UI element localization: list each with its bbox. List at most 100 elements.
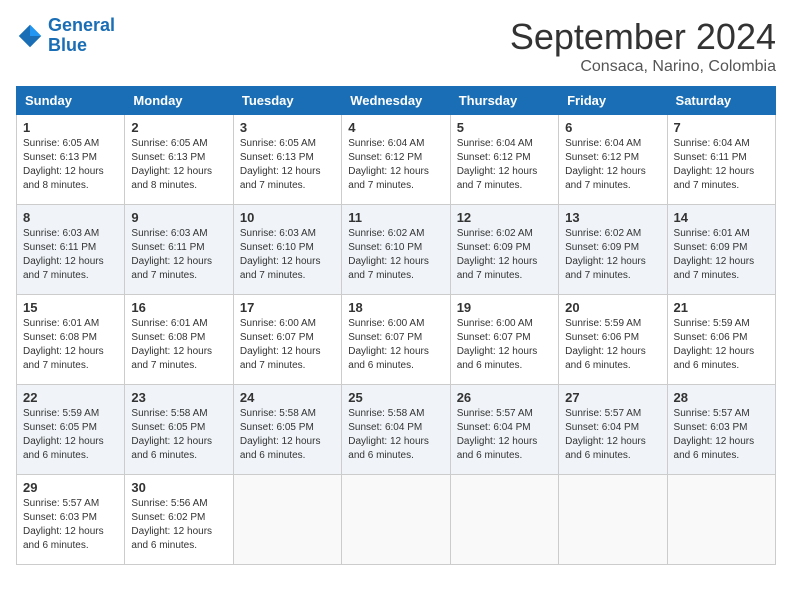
- day-number: 10: [240, 210, 335, 225]
- weekday-header-saturday: Saturday: [667, 87, 775, 115]
- day-info: Sunrise: 6:03 AMSunset: 6:11 PMDaylight:…: [23, 227, 118, 283]
- weekday-header-monday: Monday: [125, 87, 233, 115]
- calendar-week-row: 1 Sunrise: 6:05 AMSunset: 6:13 PMDaylight…: [17, 115, 776, 205]
- calendar-day-cell: 14 Sunrise: 6:01 AMSunset: 6:09 PMDayligh…: [667, 205, 775, 295]
- calendar-subtitle: Consaca, Narino, Colombia: [510, 58, 776, 76]
- day-info: Sunrise: 5:57 AMSunset: 6:03 PMDaylight:…: [23, 497, 118, 553]
- calendar-day-cell: 5 Sunrise: 6:04 AMSunset: 6:12 PMDaylight…: [450, 115, 558, 205]
- day-info: Sunrise: 6:00 AMSunset: 6:07 PMDaylight:…: [240, 317, 335, 373]
- day-number: 2: [131, 120, 226, 135]
- calendar-day-cell: [667, 475, 775, 565]
- calendar-day-cell: [450, 475, 558, 565]
- day-info: Sunrise: 5:57 AMSunset: 6:04 PMDaylight:…: [457, 407, 552, 463]
- calendar-day-cell: 7 Sunrise: 6:04 AMSunset: 6:11 PMDaylight…: [667, 115, 775, 205]
- day-info: Sunrise: 6:02 AMSunset: 6:09 PMDaylight:…: [565, 227, 660, 283]
- calendar-day-cell: 18Sunrise: 6:00 AMSunset: 6:07 PMDayligh…: [342, 295, 450, 385]
- day-info: Sunrise: 6:01 AMSunset: 6:08 PMDaylight:…: [23, 317, 118, 373]
- day-info: Sunrise: 6:05 AMSunset: 6:13 PMDaylight:…: [23, 137, 118, 193]
- day-number: 22: [23, 390, 118, 405]
- day-info: Sunrise: 6:00 AMSunset: 6:07 PMDaylight:…: [348, 317, 443, 373]
- logo: General Blue: [16, 16, 115, 56]
- calendar-day-cell: 21 Sunrise: 5:59 AMSunset: 6:06 PMDayligh…: [667, 295, 775, 385]
- day-number: 12: [457, 210, 552, 225]
- weekday-header-wednesday: Wednesday: [342, 87, 450, 115]
- calendar-day-cell: 22 Sunrise: 5:59 AMSunset: 6:05 PMDayligh…: [17, 385, 125, 475]
- calendar-table: SundayMondayTuesdayWednesdayThursdayFrid…: [16, 86, 776, 565]
- day-info: Sunrise: 6:05 AMSunset: 6:13 PMDaylight:…: [131, 137, 226, 193]
- day-number: 30: [131, 480, 226, 495]
- day-number: 6: [565, 120, 660, 135]
- calendar-day-cell: 29 Sunrise: 5:57 AMSunset: 6:03 PMDayligh…: [17, 475, 125, 565]
- day-info: Sunrise: 5:57 AMSunset: 6:03 PMDaylight:…: [674, 407, 769, 463]
- calendar-day-cell: 2 Sunrise: 6:05 AMSunset: 6:13 PMDaylight…: [125, 115, 233, 205]
- day-number: 14: [674, 210, 769, 225]
- day-number: 16: [131, 300, 226, 315]
- title-section: September 2024 Consaca, Narino, Colombia: [510, 16, 776, 76]
- calendar-day-cell: 28 Sunrise: 5:57 AMSunset: 6:03 PMDayligh…: [667, 385, 775, 475]
- day-number: 21: [674, 300, 769, 315]
- weekday-header-thursday: Thursday: [450, 87, 558, 115]
- calendar-day-cell: [342, 475, 450, 565]
- day-number: 23: [131, 390, 226, 405]
- calendar-title: September 2024: [510, 16, 776, 58]
- calendar-day-cell: 15 Sunrise: 6:01 AMSunset: 6:08 PMDayligh…: [17, 295, 125, 385]
- day-info: Sunrise: 6:00 AMSunset: 6:07 PMDaylight:…: [457, 317, 552, 373]
- calendar-week-row: 15 Sunrise: 6:01 AMSunset: 6:08 PMDayligh…: [17, 295, 776, 385]
- day-info: Sunrise: 6:01 AMSunset: 6:08 PMDaylight:…: [131, 317, 226, 373]
- calendar-day-cell: 10Sunrise: 6:03 AMSunset: 6:10 PMDayligh…: [233, 205, 341, 295]
- day-number: 19: [457, 300, 552, 315]
- calendar-day-cell: 3 Sunrise: 6:05 AMSunset: 6:13 PMDaylight…: [233, 115, 341, 205]
- day-number: 26: [457, 390, 552, 405]
- calendar-day-cell: [233, 475, 341, 565]
- day-info: Sunrise: 5:59 AMSunset: 6:05 PMDaylight:…: [23, 407, 118, 463]
- weekday-header-sunday: Sunday: [17, 87, 125, 115]
- day-number: 29: [23, 480, 118, 495]
- day-info: Sunrise: 6:04 AMSunset: 6:12 PMDaylight:…: [565, 137, 660, 193]
- day-number: 8: [23, 210, 118, 225]
- weekday-header-row: SundayMondayTuesdayWednesdayThursdayFrid…: [17, 87, 776, 115]
- day-number: 27: [565, 390, 660, 405]
- day-info: Sunrise: 5:58 AMSunset: 6:05 PMDaylight:…: [131, 407, 226, 463]
- day-number: 5: [457, 120, 552, 135]
- day-info: Sunrise: 5:56 AMSunset: 6:02 PMDaylight:…: [131, 497, 226, 553]
- calendar-day-cell: 23 Sunrise: 5:58 AMSunset: 6:05 PMDayligh…: [125, 385, 233, 475]
- day-number: 15: [23, 300, 118, 315]
- calendar-week-row: 29 Sunrise: 5:57 AMSunset: 6:03 PMDayligh…: [17, 475, 776, 565]
- day-number: 20: [565, 300, 660, 315]
- calendar-day-cell: 6 Sunrise: 6:04 AMSunset: 6:12 PMDaylight…: [559, 115, 667, 205]
- calendar-day-cell: 9 Sunrise: 6:03 AMSunset: 6:11 PMDaylight…: [125, 205, 233, 295]
- calendar-week-row: 22 Sunrise: 5:59 AMSunset: 6:05 PMDayligh…: [17, 385, 776, 475]
- calendar-week-row: 8 Sunrise: 6:03 AMSunset: 6:11 PMDaylight…: [17, 205, 776, 295]
- day-number: 3: [240, 120, 335, 135]
- day-info: Sunrise: 6:05 AMSunset: 6:13 PMDaylight:…: [240, 137, 335, 193]
- day-info: Sunrise: 6:02 AMSunset: 6:09 PMDaylight:…: [457, 227, 552, 283]
- day-info: Sunrise: 6:01 AMSunset: 6:09 PMDaylight:…: [674, 227, 769, 283]
- day-number: 24: [240, 390, 335, 405]
- day-number: 1: [23, 120, 118, 135]
- calendar-day-cell: 24Sunrise: 5:58 AMSunset: 6:05 PMDayligh…: [233, 385, 341, 475]
- logo-text: General Blue: [48, 16, 115, 56]
- day-number: 13: [565, 210, 660, 225]
- calendar-day-cell: 12 Sunrise: 6:02 AMSunset: 6:09 PMDayligh…: [450, 205, 558, 295]
- calendar-day-cell: 20 Sunrise: 5:59 AMSunset: 6:06 PMDayligh…: [559, 295, 667, 385]
- day-number: 17: [240, 300, 335, 315]
- calendar-day-cell: 1 Sunrise: 6:05 AMSunset: 6:13 PMDaylight…: [17, 115, 125, 205]
- calendar-day-cell: 30 Sunrise: 5:56 AMSunset: 6:02 PMDayligh…: [125, 475, 233, 565]
- day-info: Sunrise: 5:58 AMSunset: 6:04 PMDaylight:…: [348, 407, 443, 463]
- calendar-day-cell: 26 Sunrise: 5:57 AMSunset: 6:04 PMDayligh…: [450, 385, 558, 475]
- day-info: Sunrise: 5:57 AMSunset: 6:04 PMDaylight:…: [565, 407, 660, 463]
- day-info: Sunrise: 6:03 AMSunset: 6:11 PMDaylight:…: [131, 227, 226, 283]
- page-header: General Blue September 2024 Consaca, Nar…: [16, 16, 776, 76]
- day-number: 9: [131, 210, 226, 225]
- day-info: Sunrise: 5:59 AMSunset: 6:06 PMDaylight:…: [565, 317, 660, 373]
- calendar-day-cell: 17 Sunrise: 6:00 AMSunset: 6:07 PMDayligh…: [233, 295, 341, 385]
- day-info: Sunrise: 5:59 AMSunset: 6:06 PMDaylight:…: [674, 317, 769, 373]
- calendar-day-cell: 11Sunrise: 6:02 AMSunset: 6:10 PMDayligh…: [342, 205, 450, 295]
- day-info: Sunrise: 6:02 AMSunset: 6:10 PMDaylight:…: [348, 227, 443, 283]
- day-number: 28: [674, 390, 769, 405]
- day-info: Sunrise: 6:04 AMSunset: 6:11 PMDaylight:…: [674, 137, 769, 193]
- calendar-day-cell: 16 Sunrise: 6:01 AMSunset: 6:08 PMDayligh…: [125, 295, 233, 385]
- day-info: Sunrise: 6:04 AMSunset: 6:12 PMDaylight:…: [457, 137, 552, 193]
- day-number: 7: [674, 120, 769, 135]
- calendar-day-cell: 13 Sunrise: 6:02 AMSunset: 6:09 PMDayligh…: [559, 205, 667, 295]
